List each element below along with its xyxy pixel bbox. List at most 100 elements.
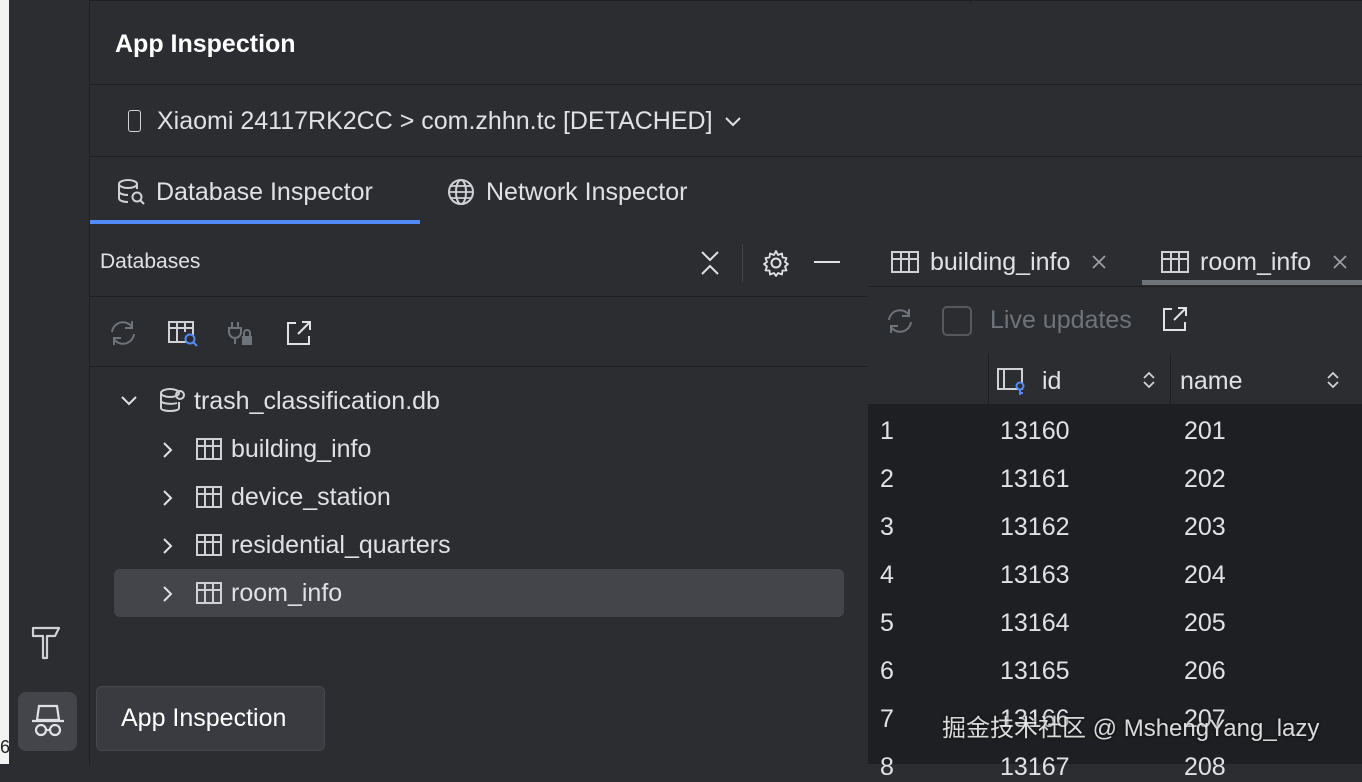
app-inspection-panel: App Inspection Xiaomi 24117RK2CC > com.z…: [90, 0, 1362, 781]
divider: [742, 244, 743, 282]
column-header-name[interactable]: name: [1180, 367, 1243, 396]
table-node[interactable]: residential_quarters: [160, 521, 451, 569]
databases-header: Databases: [100, 250, 201, 273]
table-icon: [890, 249, 920, 275]
device-selector[interactable]: Xiaomi 24117RK2CC > com.zhhn.tc [DETACHE…: [128, 104, 743, 138]
row-number: 3: [880, 513, 894, 541]
cell-name[interactable]: 208: [1184, 753, 1226, 782]
cell-id[interactable]: 13164: [1000, 609, 1070, 638]
tab-building-info[interactable]: building_info: [890, 238, 1108, 286]
table-node-selected[interactable]: room_info: [114, 569, 844, 617]
tab-label: room_info: [1200, 247, 1312, 276]
row-number: 2: [880, 465, 894, 493]
result-grid: id name 1 13160 201 2 13161 202 3 13162 …: [868, 354, 1362, 781]
chevron-right-icon: [160, 537, 176, 554]
tab-database-inspector[interactable]: Database Inspector: [90, 160, 420, 224]
row-number: 6: [880, 657, 894, 685]
query-table-icon[interactable]: [167, 318, 199, 348]
panel-title: App Inspection: [115, 30, 296, 58]
chevron-down-icon: [120, 393, 137, 409]
row-number: 8: [880, 753, 894, 781]
divider: [90, 0, 1362, 1]
tab-label: Database Inspector: [156, 177, 373, 206]
external-link-icon[interactable]: [1160, 304, 1190, 334]
active-tab-underline: [1142, 280, 1362, 285]
table-name: device_station: [231, 482, 391, 511]
row-number: 5: [880, 609, 894, 637]
table-icon: [195, 436, 223, 462]
divider: [90, 366, 868, 367]
divider: [90, 296, 868, 297]
cell-id[interactable]: 13160: [1000, 417, 1070, 446]
cell-id[interactable]: 13167: [1000, 753, 1070, 782]
tab-room-info[interactable]: room_info: [1160, 238, 1349, 286]
watermark: 掘金技术社区 @ MshengYang_lazy: [942, 715, 1320, 742]
tooltip-text: App Inspection: [121, 704, 287, 732]
chevron-down-icon: [723, 114, 743, 128]
table-name: building_info: [231, 434, 372, 463]
table-name: room_info: [231, 578, 343, 607]
database-search-icon: [116, 177, 146, 207]
cell-id[interactable]: 13162: [1000, 513, 1070, 542]
active-tab-underline: [90, 220, 420, 224]
database-node[interactable]: trash_classification.db: [120, 377, 440, 425]
table-icon: [195, 580, 223, 606]
globe-icon: [446, 177, 476, 207]
cell-name[interactable]: 206: [1184, 657, 1226, 686]
table-icon: [1160, 249, 1190, 275]
table-name: residential_quarters: [231, 530, 451, 559]
cell-name[interactable]: 203: [1184, 513, 1226, 542]
column-header-id[interactable]: id: [1042, 367, 1061, 396]
phone-icon: [128, 110, 141, 132]
chevron-right-icon: [160, 585, 176, 602]
database-name: trash_classification.db: [194, 386, 440, 415]
device-label: Xiaomi 24117RK2CC > com.zhhn.tc [DETACHE…: [157, 106, 713, 135]
live-updates-label: Live updates: [990, 306, 1132, 334]
cell-name[interactable]: 202: [1184, 465, 1226, 494]
minimize-icon[interactable]: [814, 261, 840, 263]
database-icon: [158, 386, 186, 416]
cell-name[interactable]: 204: [1184, 561, 1226, 590]
inspector-tabs: Database Inspector Network Inspector: [90, 160, 1362, 224]
cell-id[interactable]: 13163: [1000, 561, 1070, 590]
table-node[interactable]: building_info: [160, 425, 371, 473]
refresh-icon[interactable]: [107, 318, 139, 348]
sort-icon[interactable]: [1326, 370, 1340, 390]
cell-name[interactable]: 201: [1184, 417, 1226, 446]
external-link-icon[interactable]: [284, 318, 314, 348]
tooltip: App Inspection: [96, 686, 325, 751]
row-number: 1: [880, 417, 894, 445]
divider: [988, 354, 989, 404]
table-node[interactable]: device_station: [160, 473, 391, 521]
databases-panel: Databases trash_classification.db buildi…: [90, 226, 868, 764]
tab-network-inspector[interactable]: Network Inspector: [446, 160, 687, 224]
cell-name[interactable]: 205: [1184, 609, 1226, 638]
divider: [90, 156, 1362, 157]
tool-window-bar: [9, 0, 90, 764]
divider: [1170, 354, 1171, 404]
chevron-right-icon: [160, 489, 176, 506]
divider: [970, 0, 971, 4]
live-updates-checkbox[interactable]: [942, 306, 972, 336]
gear-icon[interactable]: [761, 248, 791, 278]
table-icon: [195, 532, 223, 558]
close-icon[interactable]: [1331, 253, 1349, 271]
row-number: 7: [880, 705, 894, 733]
table-icon: [195, 484, 223, 510]
tab-label: building_info: [930, 247, 1071, 276]
cell-id[interactable]: 13165: [1000, 657, 1070, 686]
table-view-panel: building_info room_info Live updates id …: [868, 226, 1362, 781]
divider: [90, 84, 1362, 85]
close-icon[interactable]: [1090, 253, 1108, 271]
build-hammer-icon[interactable]: [29, 622, 65, 662]
row-number: 4: [880, 561, 894, 589]
cell-id[interactable]: 13161: [1000, 465, 1070, 494]
offline-lock-icon[interactable]: [226, 318, 258, 348]
refresh-icon[interactable]: [884, 306, 916, 336]
grid-header: id name: [868, 354, 1362, 405]
left-edge-strip: 6: [0, 0, 10, 764]
app-inspection-sidebar-button[interactable]: [18, 692, 77, 751]
sort-icon[interactable]: [1142, 370, 1156, 390]
chevron-right-icon: [160, 441, 176, 458]
collapse-icon[interactable]: [696, 248, 724, 278]
